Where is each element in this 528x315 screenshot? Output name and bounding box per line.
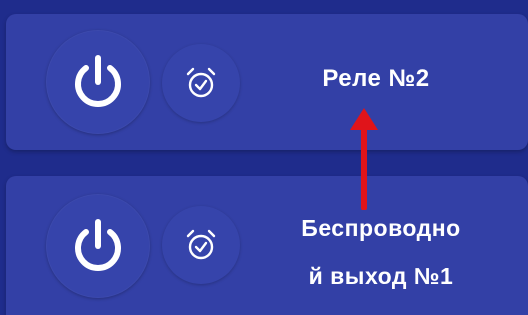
relay-card-wireless-1: Беспроводно й выход №1 [6,176,528,315]
power-icon [75,55,121,107]
power-icon [75,219,121,271]
wireless-1-timer-button[interactable] [162,206,240,284]
relay-2-timer-button[interactable] [162,44,240,122]
wireless-1-name-line-2: й выход №1 [308,263,454,289]
alarm-clock-check-icon [186,67,216,98]
relay-list-screen: Реле №2 Беспроводно й выход №1 [0,0,528,315]
relay-2-name: Реле №2 [322,65,430,92]
wireless-1-power-button[interactable] [46,194,150,298]
alarm-clock-check-icon [186,229,216,260]
wireless-1-name-line-1: Беспроводно [301,215,461,241]
relay-2-power-button[interactable] [46,30,150,134]
wireless-1-name: Беспроводно й выход №1 [256,204,506,300]
relay-card-2: Реле №2 [6,14,528,150]
